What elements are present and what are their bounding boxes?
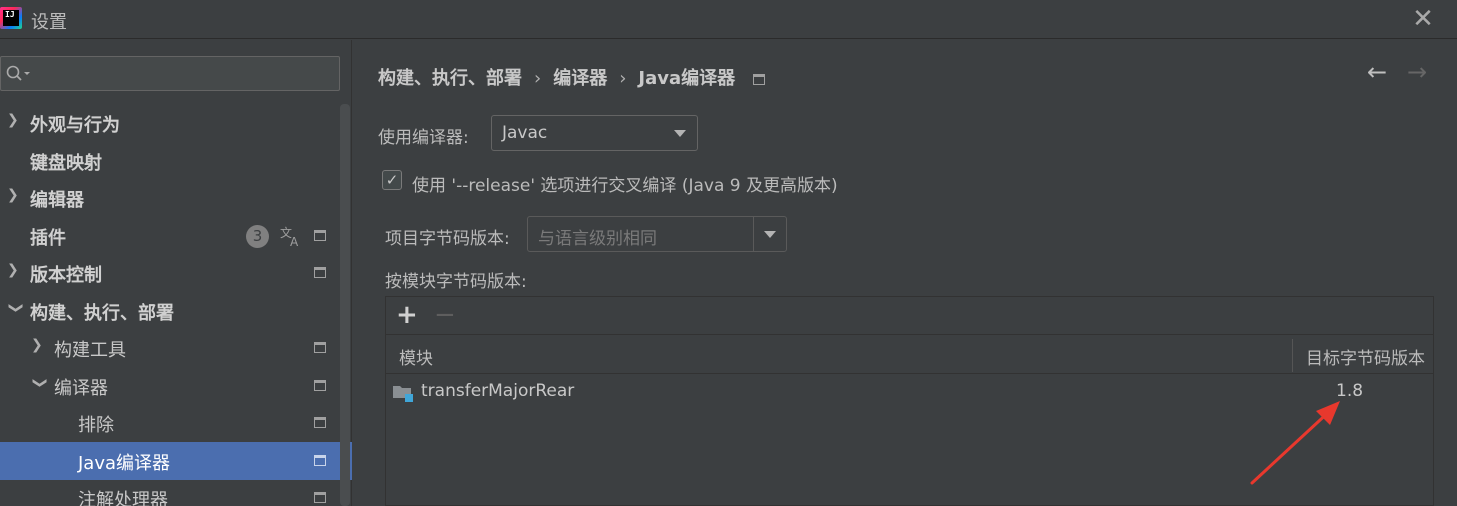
remove-button[interactable]: − (434, 302, 458, 328)
sidebar-item-build-tools[interactable]: ❯ 构建工具 (0, 329, 352, 367)
sidebar-item-java-compiler[interactable]: Java编译器 (0, 442, 352, 480)
settings-sidebar: ❯ 外观与行为 键盘映射 ❯ 编辑器 插件 3 文 A ❯ 版本控制 ❯ 构建、… (0, 40, 352, 506)
column-header-module[interactable]: 模块 (399, 344, 433, 369)
forward-button[interactable]: → (1407, 58, 1433, 86)
arrow-left-icon: ← (1367, 58, 1388, 86)
close-button[interactable]: ✕ (1408, 5, 1438, 33)
release-option-label[interactable]: 使用 '--release' 选项进行交叉编译 (Java 9 及更高版本) (412, 171, 838, 196)
arrow-right-icon: → (1407, 58, 1428, 86)
sidebar-item-label: 排除 (78, 415, 114, 436)
window-title: 设置 (31, 12, 67, 33)
project-scope-icon (314, 455, 326, 466)
chevron-right-icon: ❯ (31, 337, 43, 353)
column-header-target-bytecode[interactable]: 目标字节码版本 (1306, 344, 1425, 369)
module-folder-icon (393, 386, 413, 402)
plus-icon: + (396, 300, 418, 330)
project-scope-icon (314, 267, 326, 278)
column-divider[interactable] (1292, 339, 1293, 372)
project-scope-icon (314, 417, 326, 428)
back-button[interactable]: ← (1367, 58, 1393, 86)
sidebar-item-label: 注解处理器 (78, 490, 168, 506)
table-toolbar: + − (386, 297, 1433, 335)
module-name: transferMajorRear (421, 381, 575, 401)
chevron-right-icon: ❯ (7, 187, 19, 203)
checkmark-icon: ✓ (385, 171, 399, 189)
project-bytecode-label: 项目字节码版本: (385, 229, 510, 249)
dropdown-arrow-icon (674, 130, 686, 137)
annotation-arrow-icon (1250, 401, 1340, 485)
sidebar-item-label: 键盘映射 (30, 153, 102, 174)
title-bar: IJ 设置 ✕ (0, 0, 1457, 39)
combo-divider (753, 217, 754, 251)
plugins-update-badge: 3 (246, 225, 269, 248)
sidebar-item-vcs[interactable]: ❯ 版本控制 (0, 254, 352, 292)
breadcrumb-separator-icon: › (619, 68, 627, 89)
compiler-select-value: Javac (502, 123, 548, 143)
breadcrumb: 构建、执行、部署 › 编译器 › Java编译器 (378, 64, 766, 90)
chevron-down-icon: ❯ (32, 377, 48, 389)
sidebar-item-compiler[interactable]: ❯ 编译器 (0, 367, 352, 405)
sidebar-item-plugins[interactable]: 插件 3 文 A (0, 217, 352, 255)
project-scope-icon (314, 380, 326, 391)
sidebar-item-keymap[interactable]: 键盘映射 (0, 142, 352, 180)
project-scope-icon (753, 73, 766, 85)
chevron-right-icon: ❯ (7, 112, 19, 128)
sidebar-item-annotation-processors[interactable]: 注解处理器 (0, 479, 352, 506)
project-bytecode-placeholder: 与语言级别相同 (538, 229, 657, 249)
close-icon: ✕ (1412, 4, 1434, 34)
project-scope-icon (314, 342, 326, 353)
sidebar-item-label: 构建工具 (54, 340, 126, 361)
sidebar-item-appearance[interactable]: ❯ 外观与行为 (0, 104, 352, 142)
translate-icon: 文 A (280, 225, 299, 248)
dropdown-arrow-icon (764, 231, 776, 238)
search-input[interactable] (39, 61, 335, 86)
sidebar-item-excludes[interactable]: 排除 (0, 404, 352, 442)
sidebar-item-label: 插件 (30, 228, 66, 249)
release-option-checkbox[interactable]: ✓ (382, 170, 402, 190)
sidebar-item-label: 版本控制 (30, 265, 102, 286)
sidebar-item-label: Java编译器 (78, 453, 171, 474)
sidebar-item-label: 外观与行为 (30, 115, 120, 136)
table-header: 模块 目标字节码版本 (386, 336, 1433, 374)
per-module-bytecode-label: 按模块字节码版本: (385, 272, 527, 292)
sidebar-item-label: 编译器 (54, 378, 108, 399)
breadcrumb-separator-icon: › (534, 68, 542, 89)
logo-text: IJ (5, 10, 15, 19)
chevron-down-icon: ❯ (8, 302, 24, 314)
sidebar-item-build-execution-deployment[interactable]: ❯ 构建、执行、部署 (0, 292, 352, 330)
minus-icon: − (434, 300, 456, 330)
compiler-select[interactable]: Javac (491, 115, 698, 151)
search-icon (6, 65, 30, 81)
intellij-logo-icon: IJ (0, 7, 22, 29)
breadcrumb-current: Java编译器 (638, 68, 736, 89)
sidebar-item-editor[interactable]: ❯ 编辑器 (0, 179, 352, 217)
chevron-right-icon: ❯ (7, 262, 19, 278)
add-button[interactable]: + (396, 302, 420, 328)
breadcrumb-item[interactable]: 编译器 (553, 68, 607, 89)
project-scope-icon (314, 230, 326, 241)
search-box[interactable] (0, 56, 340, 91)
svg-text:A: A (290, 235, 299, 248)
project-scope-icon (314, 492, 326, 503)
project-bytecode-select[interactable]: 与语言级别相同 (527, 216, 787, 252)
breadcrumb-item[interactable]: 构建、执行、部署 (378, 68, 522, 89)
sidebar-item-label: 编辑器 (30, 190, 84, 211)
sidebar-scrollbar[interactable] (340, 104, 350, 506)
compiler-label: 使用编译器: (378, 128, 469, 148)
sidebar-item-label: 构建、执行、部署 (30, 303, 174, 324)
